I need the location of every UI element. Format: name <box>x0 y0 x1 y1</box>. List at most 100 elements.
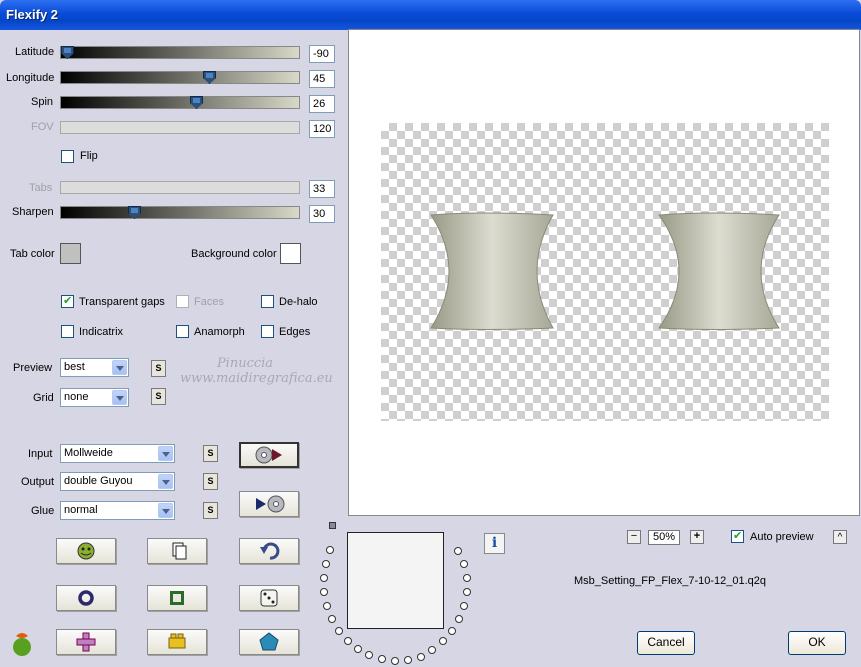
faces-checkbox <box>176 295 189 308</box>
tab-color-swatch[interactable] <box>60 243 81 264</box>
output-s-button[interactable]: S <box>203 473 218 490</box>
chevron-down-icon <box>112 390 127 405</box>
spin-slider-thumb[interactable] <box>190 96 203 109</box>
ring-button[interactable] <box>56 585 116 611</box>
preview-image <box>381 123 829 421</box>
longitude-slider-thumb[interactable] <box>203 71 216 84</box>
navigator-dot <box>365 651 373 659</box>
navigator-box[interactable] <box>347 532 444 629</box>
undo-button[interactable] <box>239 538 299 564</box>
zoom-in-button[interactable]: + <box>690 530 704 544</box>
tab-color-label: Tab color <box>10 248 55 260</box>
grid-select[interactable]: none <box>60 388 129 407</box>
fov-slider <box>60 121 300 134</box>
pentagon-icon <box>259 632 279 651</box>
navigator-dot <box>322 560 330 568</box>
copy-button[interactable] <box>147 538 207 564</box>
grid-label: Grid <box>33 392 54 404</box>
ok-button[interactable]: OK <box>788 631 846 655</box>
collapse-button[interactable]: ^ <box>833 530 847 544</box>
glue-s-button[interactable]: S <box>203 502 218 519</box>
flip-checkbox[interactable] <box>61 150 74 163</box>
navigator-dot <box>448 627 456 635</box>
watermark-line1: Pinuccia <box>216 356 274 371</box>
preview-label: Preview <box>13 362 53 374</box>
frame-button[interactable] <box>147 585 207 611</box>
anamorph-label: Anamorph <box>194 326 245 338</box>
navigator-dot <box>428 646 436 654</box>
play-backward-button[interactable] <box>239 491 299 517</box>
de-halo-label: De-halo <box>279 296 318 308</box>
sharpen-label: Sharpen <box>12 206 54 218</box>
sharpen-slider[interactable] <box>60 206 300 219</box>
navigator-dot <box>326 546 334 554</box>
watermark: Pinuccia www.maidiregrafica.eu <box>180 356 333 386</box>
zoom-out-button[interactable]: − <box>627 530 641 544</box>
title-bar: Flexify 2 <box>0 0 861 30</box>
edges-label: Edges <box>279 326 311 338</box>
pear-icon <box>13 633 31 656</box>
right-shape <box>658 212 780 330</box>
glue-select-value: normal <box>64 504 98 516</box>
preview-s-button[interactable]: S <box>151 360 166 377</box>
edges-checkbox[interactable] <box>261 325 274 338</box>
auto-preview-checkbox[interactable] <box>731 529 744 543</box>
input-s-button[interactable]: S <box>203 445 218 462</box>
navigator-dot <box>404 656 412 664</box>
chevron-down-icon <box>158 503 173 518</box>
glue-select[interactable]: normal <box>60 501 175 520</box>
input-select[interactable]: Mollweide <box>60 444 175 463</box>
background-color-swatch[interactable] <box>280 243 301 264</box>
fov-label: FOV <box>31 121 54 133</box>
disc-play-icon <box>255 446 282 464</box>
longitude-value[interactable]: 45 <box>309 70 335 88</box>
output-select[interactable]: double Guyou <box>60 472 175 491</box>
cancel-button[interactable]: Cancel <box>637 631 695 655</box>
navigator-dot <box>378 655 386 663</box>
latitude-slider[interactable] <box>60 46 300 59</box>
transparent-gaps-checkbox[interactable] <box>61 294 74 308</box>
preset-filename: Msb_Setting_FP_Flex_7-10-12_01.q2q <box>574 575 767 587</box>
pentagon-button[interactable] <box>239 629 299 655</box>
input-label: Input <box>28 448 53 460</box>
sharpen-value[interactable]: 30 <box>309 205 335 223</box>
flip-label: Flip <box>80 150 98 162</box>
navigator-handle[interactable] <box>329 522 336 529</box>
grid-s-button[interactable]: S <box>151 388 166 405</box>
de-halo-checkbox[interactable] <box>261 295 274 308</box>
ring-icon <box>78 590 94 606</box>
undo-icon <box>260 542 280 560</box>
window-title: Flexify 2 <box>6 7 59 22</box>
navigator-dot <box>344 637 352 645</box>
randomize-face-button[interactable] <box>56 538 116 564</box>
anamorph-checkbox[interactable] <box>176 325 189 338</box>
block-button[interactable] <box>147 629 207 655</box>
sharpen-slider-thumb[interactable] <box>128 206 141 219</box>
play-disc-icon <box>256 495 285 513</box>
latitude-slider-thumb[interactable] <box>61 46 74 59</box>
tabs-slider <box>60 181 300 194</box>
zoom-value: 50% <box>648 530 680 545</box>
random-button[interactable] <box>239 585 299 611</box>
plus-shape-button[interactable] <box>56 629 116 655</box>
spin-value[interactable]: 26 <box>309 95 335 113</box>
navigator-dot <box>454 547 462 555</box>
input-select-value: Mollweide <box>64 447 113 459</box>
navigator-dot <box>328 615 336 623</box>
play-forward-button[interactable] <box>239 442 299 468</box>
navigator-dot <box>391 657 399 665</box>
preview-select-value: best <box>64 361 85 373</box>
indicatrix-checkbox[interactable] <box>61 325 74 338</box>
navigator-dot <box>320 574 328 582</box>
background-color-label: Background color <box>191 248 277 260</box>
spin-slider[interactable] <box>60 96 300 109</box>
info-button[interactable]: i <box>484 533 505 554</box>
longitude-slider[interactable] <box>60 71 300 84</box>
square-frame-icon <box>170 591 184 605</box>
watermark-line2: www.maidiregrafica.eu <box>180 371 333 386</box>
yellow-block-icon <box>168 633 186 649</box>
navigator-dot <box>460 602 468 610</box>
latitude-value[interactable]: -90 <box>309 45 335 63</box>
preview-select[interactable]: best <box>60 358 129 377</box>
copy-icon <box>172 542 187 560</box>
